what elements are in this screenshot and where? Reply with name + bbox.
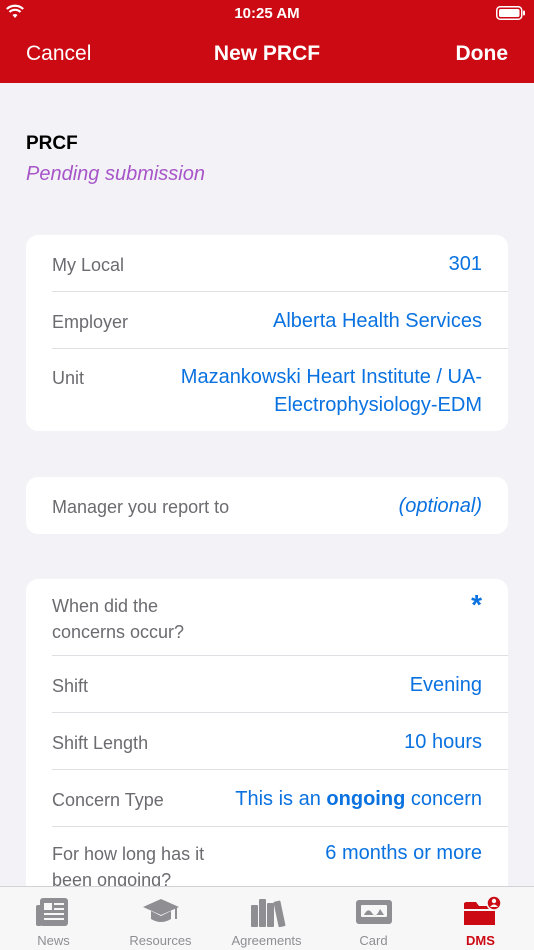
done-button[interactable]: Done [456, 42, 509, 66]
concern-type-suffix: concern [405, 788, 482, 810]
tab-news-label: News [37, 933, 70, 948]
my-local-label: My Local [52, 255, 125, 275]
manager-row[interactable]: Manager you report to (optional) [52, 477, 508, 534]
concern-details-card: When did the concerns occur? * Shift Eve… [26, 579, 508, 886]
employer-label: Employer [52, 312, 129, 332]
nav-header: 10:25 AM Cancel New PRCF Done [0, 0, 534, 83]
ongoing-value: 6 months or more [325, 842, 482, 864]
concern-type-label: Concern Type [52, 790, 164, 810]
concern-type-prefix: This is an [235, 788, 327, 810]
manager-label: Manager you report to [52, 497, 230, 517]
tab-news[interactable]: News [0, 887, 107, 950]
folder-person-icon [463, 895, 501, 925]
when-label-line1: When did the [52, 596, 159, 616]
battery-icon [496, 6, 525, 20]
unit-value: Mazankowski Heart Institute / UA- Electr… [181, 363, 482, 419]
unit-row[interactable]: Unit Mazankowski Heart Institute / UA- E… [52, 349, 508, 431]
manager-value: (optional) [398, 495, 482, 517]
unit-label: Unit [52, 368, 85, 388]
local-info-card: My Local 301 Employer Alberta Health Ser… [26, 235, 508, 431]
shift-length-label: Shift Length [52, 733, 149, 753]
newspaper-icon [35, 898, 68, 926]
tab-card[interactable]: Card [320, 887, 427, 950]
concern-type-value: This is an ongoing concern [235, 785, 482, 813]
books-icon [250, 899, 285, 928]
page-title: New PRCF [213, 42, 321, 65]
manager-card: Manager you report to (optional) [26, 477, 508, 534]
form-title: PRCF [26, 133, 78, 154]
my-local-row[interactable]: My Local 301 [52, 235, 508, 292]
ongoing-label: For how long has it been ongoing? [52, 841, 204, 886]
when-row[interactable]: When did the concerns occur? * [52, 579, 508, 656]
ongoing-duration-row[interactable]: For how long has it been ongoing? 6 mont… [52, 827, 508, 886]
ongoing-label-line1: For how long has it [52, 844, 205, 864]
shift-value: Evening [409, 674, 482, 696]
tab-resources-label: Resources [129, 933, 192, 948]
shift-row[interactable]: Shift Evening [52, 656, 508, 713]
card-icon [355, 900, 392, 924]
shift-length-row[interactable]: Shift Length 10 hours [52, 713, 508, 770]
status-time: 10:25 AM [234, 5, 300, 22]
status-bar: 10:25 AM [0, 0, 534, 28]
my-local-value: 301 [448, 253, 482, 275]
tab-resources[interactable]: Resources [107, 887, 214, 950]
form-content[interactable]: PRCF Pending submission My Local 301 Emp… [0, 83, 534, 886]
employer-value: Alberta Health Services [273, 310, 482, 332]
shift-label: Shift [52, 676, 89, 696]
concern-type-row[interactable]: Concern Type This is an ongoing concern [52, 770, 508, 827]
form-status: Pending submission [26, 163, 205, 185]
tab-dms-label: DMS [466, 933, 495, 948]
tab-bar: News Resources Agreements Card DMS [0, 886, 534, 950]
graduation-cap-icon [142, 899, 179, 922]
required-asterisk-icon: * [471, 589, 482, 620]
when-label: When did the concerns occur? [52, 593, 184, 645]
tab-card-label: Card [359, 933, 388, 948]
ongoing-label-line2: been ongoing? [52, 870, 172, 886]
tab-agreements-label: Agreements [231, 933, 302, 948]
concern-type-bold: ongoing [326, 788, 406, 810]
when-label-line2: concerns occur? [52, 622, 185, 642]
employer-row[interactable]: Employer Alberta Health Services [52, 292, 508, 349]
shift-length-value: 10 hours [404, 731, 482, 753]
tab-dms[interactable]: DMS [427, 887, 534, 950]
unit-value-line2: Electrophysiology-EDM [274, 394, 482, 416]
unit-value-line1: Mazankowski Heart Institute / UA- [180, 366, 482, 388]
tab-agreements[interactable]: Agreements [213, 887, 320, 950]
